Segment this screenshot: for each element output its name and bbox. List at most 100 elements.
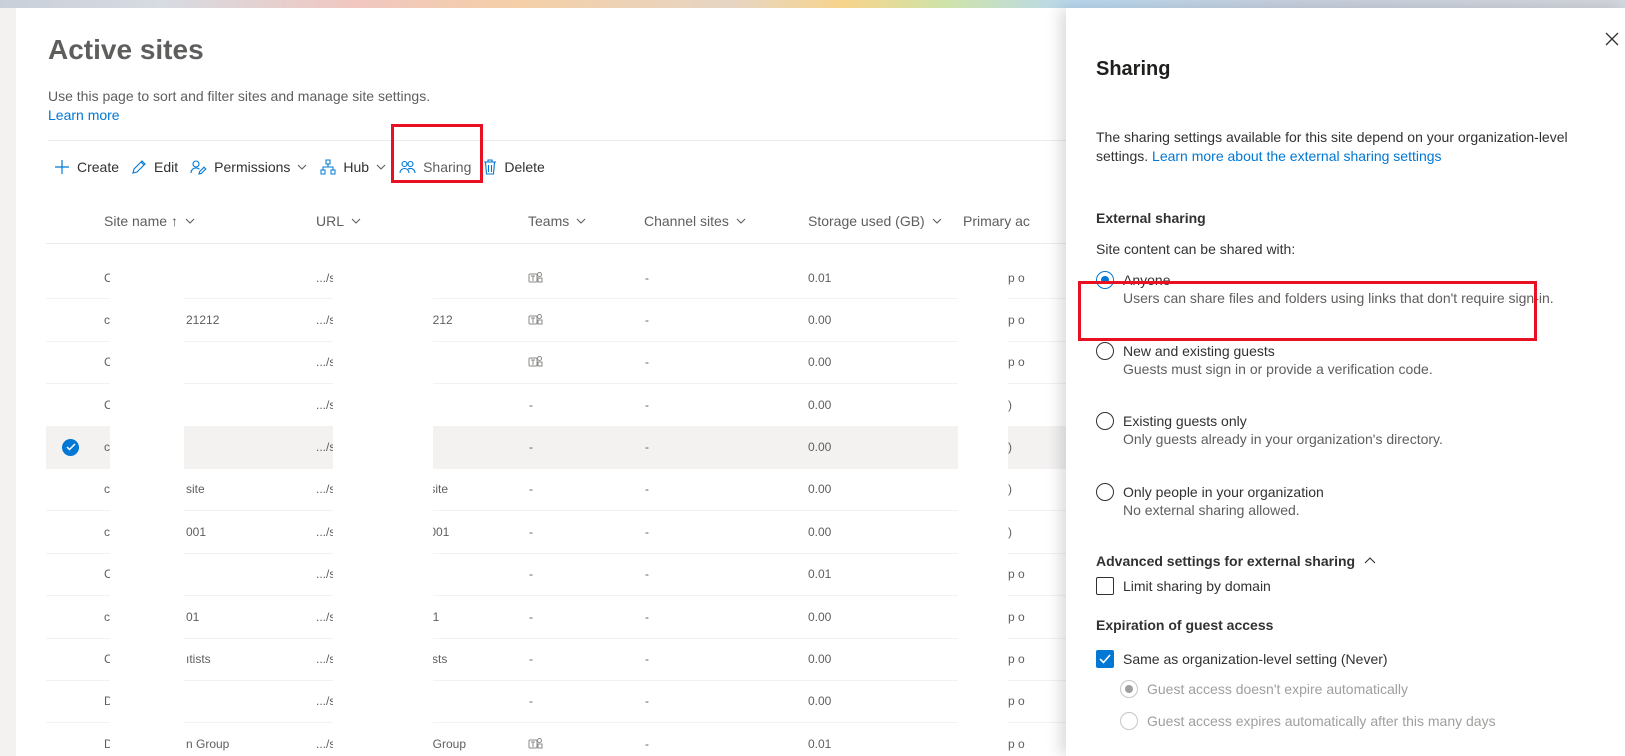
radio-indicator <box>1120 712 1138 730</box>
cell-storage: 0.01 <box>808 567 832 582</box>
cell-teams <box>528 257 543 298</box>
column-teams[interactable]: Teams <box>528 198 587 243</box>
redaction-mask <box>333 261 433 756</box>
radio-new-guests-description: Guests must sign in or provide a verific… <box>1123 361 1433 377</box>
cell-teams: - <box>529 397 533 412</box>
table-row[interactable]: Cıtists .../s tists - -0.00 p o <box>46 639 1066 681</box>
radio-existing-guests-label: Existing guests only <box>1123 413 1247 429</box>
radio-existing-guests-only[interactable]: Existing guests only Only guests already… <box>1096 412 1443 448</box>
pencil-icon <box>132 160 146 174</box>
table-row[interactable]: C .../s - -0.00) <box>46 384 1066 427</box>
radio-expires-after-days[interactable]: Guest access expires automatically after… <box>1120 712 1496 730</box>
column-teams-label: Teams <box>528 212 570 229</box>
sharing-panel: Sharing The sharing settings available f… <box>1066 8 1625 756</box>
main-content: Active sites Use this page to sort and f… <box>16 8 1066 756</box>
column-url[interactable]: URL <box>316 198 362 243</box>
cell-channel-sites: - <box>645 652 649 667</box>
cell-primary-admin: p o <box>1008 609 1025 624</box>
table-row[interactable]: C .../s -0.01 p o <box>46 257 1066 300</box>
cell-channel-sites: - <box>645 609 649 624</box>
external-sharing-learn-more-link[interactable]: Learn more about the external sharing se… <box>1152 148 1442 164</box>
hub-label: Hub <box>343 159 370 175</box>
cell-storage: 0.00 <box>808 609 832 624</box>
create-button[interactable]: Create <box>48 148 125 186</box>
teams-icon <box>528 271 543 282</box>
cell-storage: 0.01 <box>808 736 832 751</box>
table-row[interactable]: c site .../s ısite - -0.00) <box>46 469 1066 512</box>
cell-primary-admin: ) <box>1008 440 1012 455</box>
delete-label: Delete <box>504 159 545 175</box>
cell-teams: - <box>529 609 533 624</box>
close-icon <box>1605 32 1619 46</box>
column-site-name[interactable]: Site name ↑ <box>104 198 196 243</box>
radio-new-and-existing-guests[interactable]: New and existing guests Guests must sign… <box>1096 342 1433 378</box>
radio-indicator <box>1096 483 1114 501</box>
column-url-label: URL <box>316 212 345 229</box>
advanced-settings-label: Advanced settings for external sharing <box>1096 553 1356 569</box>
table-row[interactable]: c 21212 .../s 1212-0.00 p o <box>46 299 1066 342</box>
table-row[interactable]: C .../s -0.00 p o <box>46 342 1066 385</box>
divider <box>48 140 1066 141</box>
radio-indicator <box>1096 412 1114 430</box>
radio-no-expire[interactable]: Guest access doesn't expire automaticall… <box>1120 680 1408 698</box>
radio-indicator <box>1120 680 1138 698</box>
table-row[interactable]: c .../s - -0.00) <box>46 426 1066 469</box>
chevron-down-icon <box>298 164 307 170</box>
chevron-down-icon <box>736 218 746 224</box>
table-row[interactable]: C .../s - -0.01 p o <box>46 554 1066 597</box>
delete-button[interactable]: Delete <box>477 148 550 186</box>
cell-teams <box>528 342 543 383</box>
chevron-down-icon <box>576 218 586 224</box>
cell-primary-admin: p o <box>1008 270 1025 285</box>
radio-no-expire-label: Guest access doesn't expire automaticall… <box>1147 681 1409 697</box>
table-header: Site name ↑ URL Teams Channel sites Stor… <box>46 198 1066 244</box>
left-nav-strip <box>0 8 16 756</box>
hub-button[interactable]: Hub <box>314 148 393 186</box>
cell-site-name-suffix: site <box>186 482 205 497</box>
radio-org-only-label: Only people in your organization <box>1123 484 1324 500</box>
radio-only-people-in-org[interactable]: Only people in your organization No exte… <box>1096 483 1324 519</box>
cell-channel-sites: - <box>645 355 649 370</box>
cell-site-name-suffix: 001 <box>186 524 207 539</box>
cell-storage: 0.00 <box>808 312 832 327</box>
edit-button[interactable]: Edit <box>125 148 184 186</box>
cell-primary-admin: ) <box>1008 482 1012 497</box>
cell-primary-admin: p o <box>1008 567 1025 582</box>
cell-storage: 0.00 <box>808 397 832 412</box>
permissions-button[interactable]: Permissions <box>184 148 314 186</box>
cell-storage: 0.00 <box>808 524 832 539</box>
plus-icon <box>55 160 69 174</box>
close-button[interactable] <box>1599 26 1625 52</box>
external-sharing-heading: External sharing <box>1096 210 1206 226</box>
chevron-down-icon <box>932 218 942 224</box>
column-storage[interactable]: Storage used (GB) <box>808 198 943 243</box>
checkbox-box <box>1096 650 1114 668</box>
trash-icon <box>484 159 497 175</box>
advanced-settings-toggle[interactable]: Advanced settings for external sharing <box>1096 553 1377 569</box>
same-as-org-checkbox[interactable]: Same as organization-level setting (Neve… <box>1096 650 1388 668</box>
cell-teams: - <box>529 694 533 709</box>
cell-primary-admin: ) <box>1008 397 1012 412</box>
cell-teams: - <box>529 440 533 455</box>
panel-title: Sharing <box>1096 58 1171 80</box>
row-selected-check-icon[interactable] <box>62 438 79 456</box>
limit-sharing-by-domain-checkbox[interactable]: Limit sharing by domain <box>1096 577 1271 595</box>
cell-primary-admin: ) <box>1008 524 1012 539</box>
redaction-mask <box>958 261 1008 756</box>
cell-channel-sites: - <box>645 524 649 539</box>
cell-storage: 0.00 <box>808 355 832 370</box>
table-row[interactable]: D .../s - -0.00 p o <box>46 681 1066 724</box>
column-primary-admin[interactable]: Primary ac <box>963 198 1030 243</box>
learn-more-link[interactable]: Learn more <box>48 107 120 123</box>
table-row[interactable]: Dn Group .../s nGroup -0.01 p o <box>46 723 1066 756</box>
hub-icon <box>320 159 336 175</box>
cell-storage: 0.00 <box>808 652 832 667</box>
cell-storage: 0.00 <box>808 440 832 455</box>
table-row[interactable]: c 001 .../s ı001- -0.00) <box>46 511 1066 554</box>
top-accent-bar <box>0 0 1625 8</box>
table-row[interactable]: c01.../s01--0.00p o <box>46 596 1066 639</box>
column-channel-sites-label: Channel sites <box>644 212 729 229</box>
column-channel-sites[interactable]: Channel sites <box>644 198 747 243</box>
column-primary-admin-label: Primary ac <box>963 212 1030 229</box>
create-label: Create <box>77 159 120 175</box>
